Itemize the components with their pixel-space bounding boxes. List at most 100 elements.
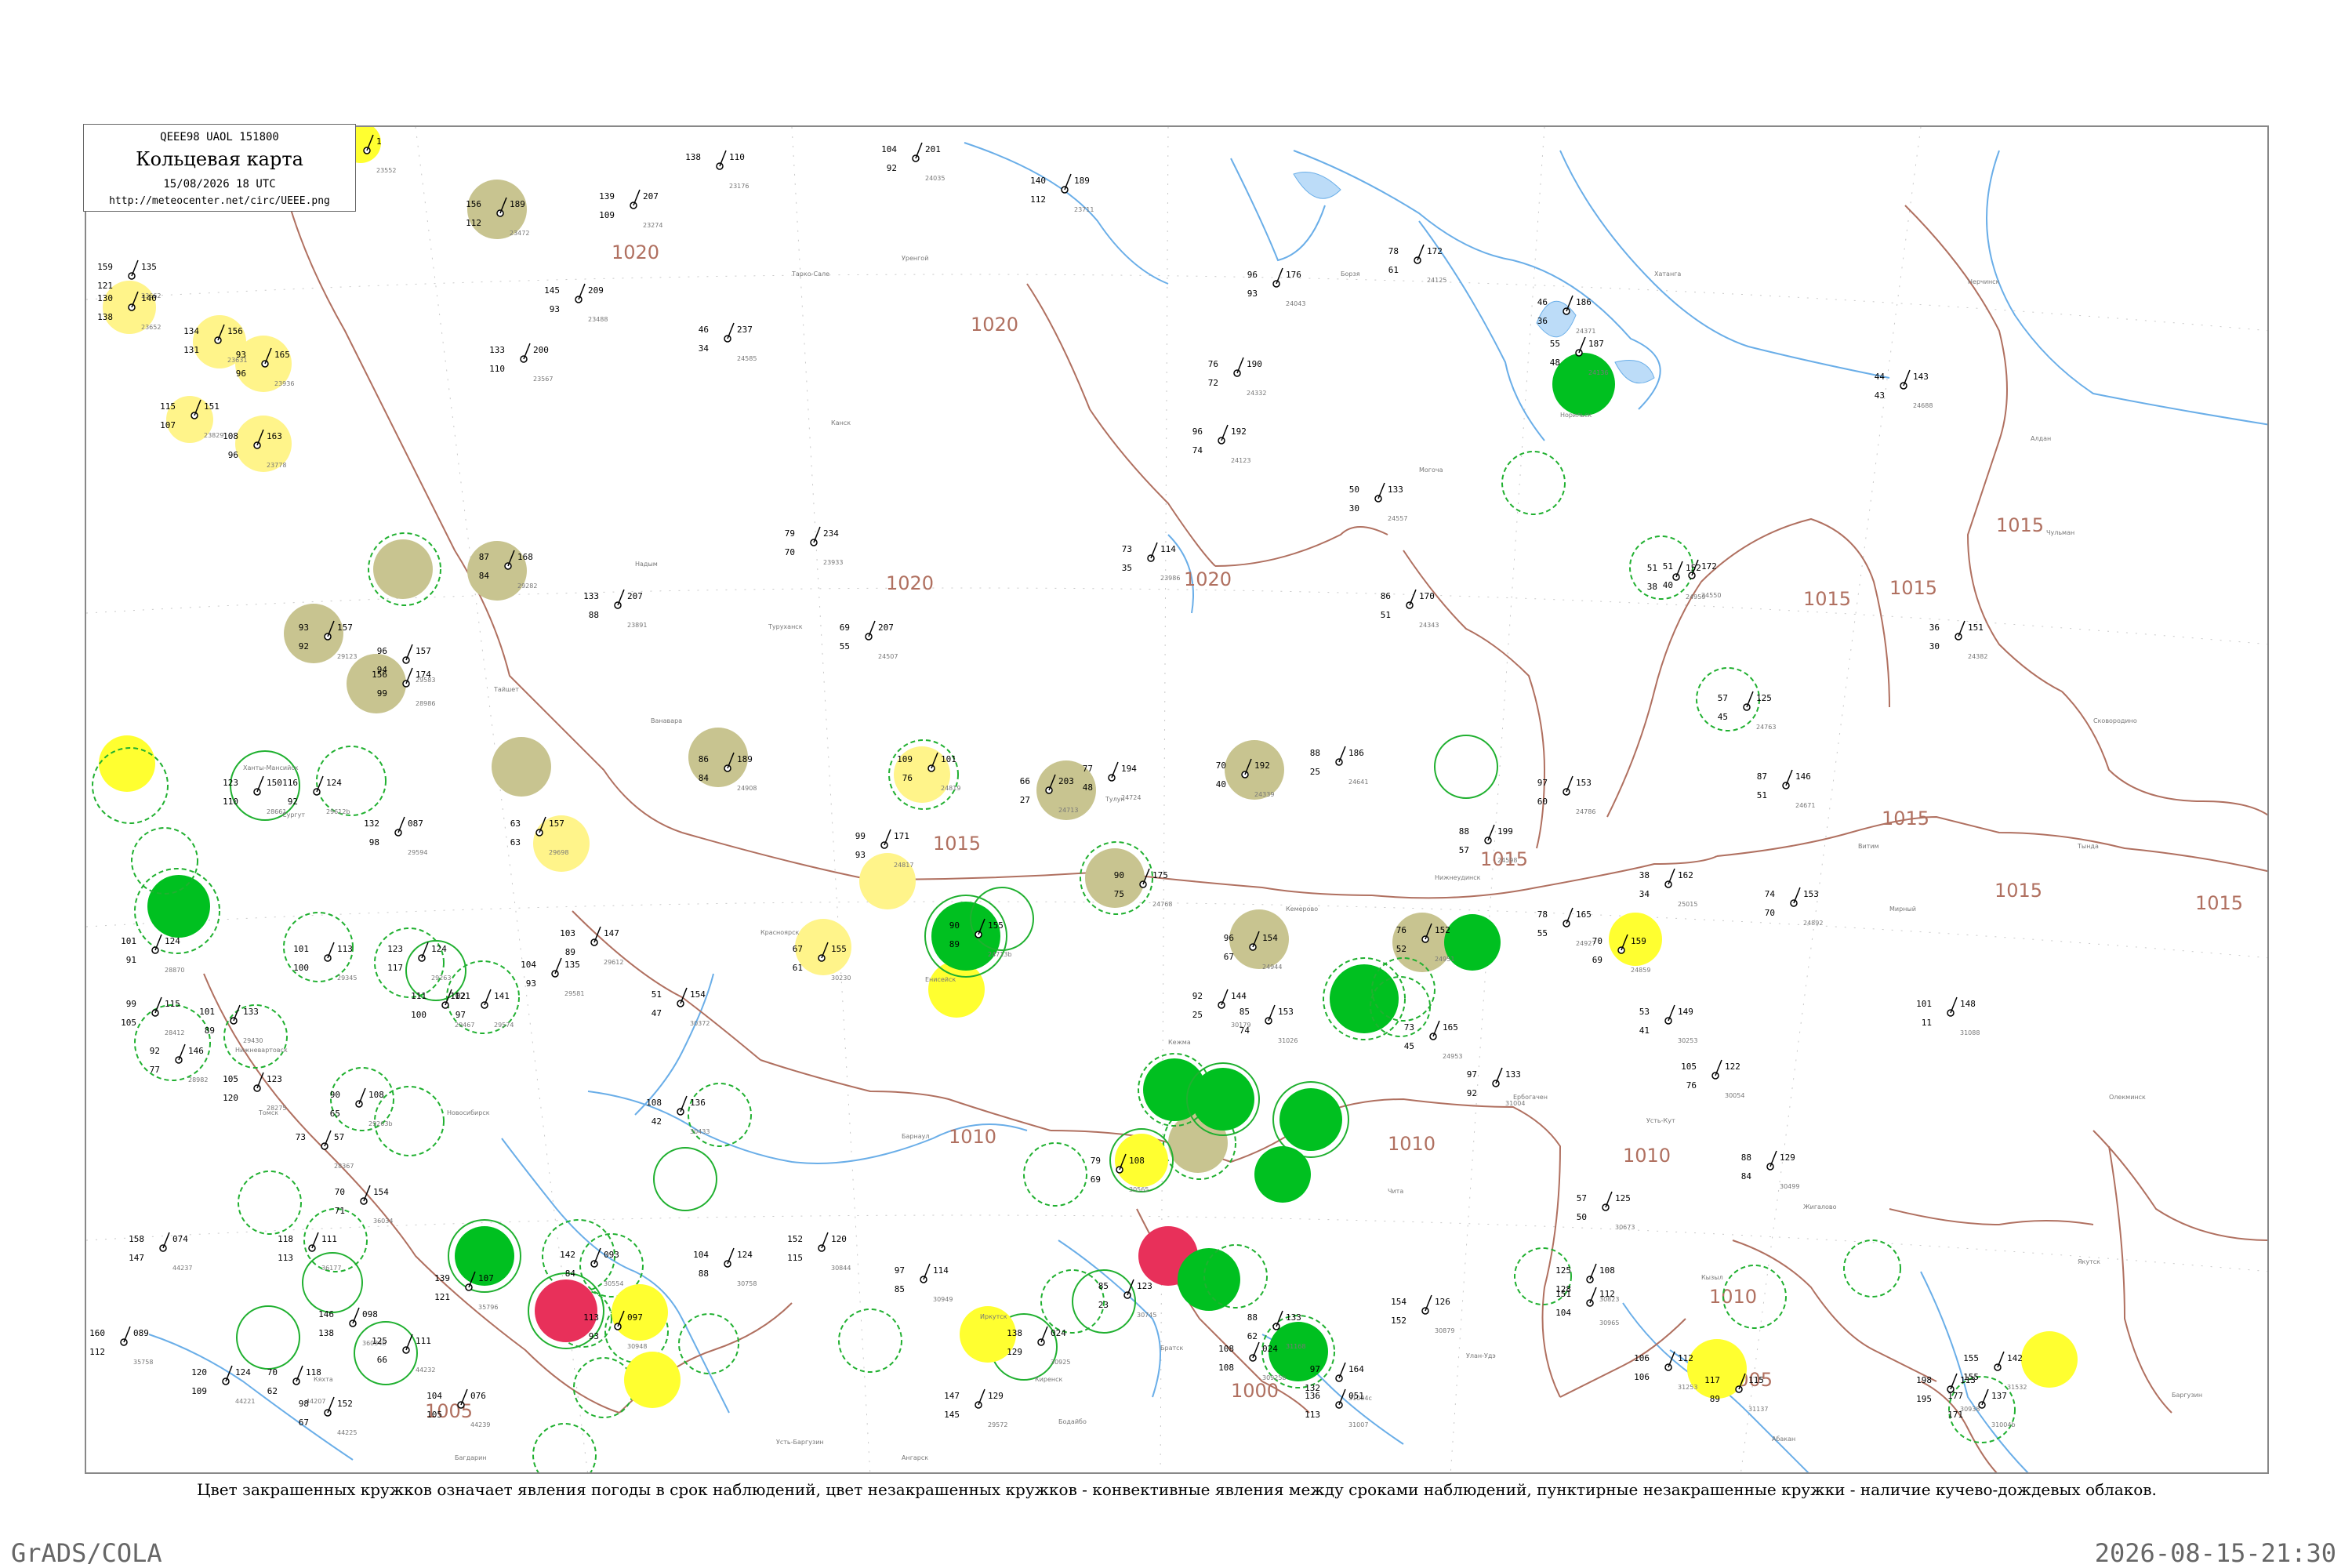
- station-plot[interactable]: 105 122 76 30054: [1681, 1059, 1744, 1099]
- station-plot[interactable]: 88 129 84 30499: [1741, 1150, 1800, 1190]
- station-pressure: 144: [1231, 991, 1247, 1001]
- station-plot[interactable]: 108 136 42 30433: [646, 1095, 710, 1135]
- station-plot[interactable]: 132 087 98 29594: [364, 816, 427, 856]
- station-plot[interactable]: 120 124 109 44221: [191, 1365, 255, 1405]
- station-index: 29345: [337, 975, 357, 982]
- station-dewpoint: 57: [1459, 845, 1469, 855]
- station-plot[interactable]: 138 110 23176: [685, 150, 749, 190]
- station-plot[interactable]: 69 207 55 24507: [840, 620, 898, 660]
- station-plot[interactable]: 86 170 51 24343: [1381, 589, 1439, 629]
- station-pressure: 147: [604, 928, 619, 938]
- lakes: [1293, 172, 1655, 384]
- station-plot[interactable]: 101 148 11 31088: [1916, 996, 1980, 1036]
- cumulonimbus-ring: [688, 1083, 752, 1147]
- station-plot[interactable]: 136 051 113 31007: [1305, 1388, 1368, 1428]
- wind-barb: [1409, 589, 1417, 606]
- station-plot[interactable]: 73 165 45 24953: [1404, 1020, 1463, 1060]
- station-plot[interactable]: 78 1655524927: [1537, 907, 1596, 947]
- station-plot[interactable]: 78 172 61 24125: [1388, 244, 1447, 284]
- station-plot[interactable]: 53 149 41 30253: [1639, 1004, 1698, 1044]
- station-plot[interactable]: 98 152 67 44225: [299, 1396, 358, 1436]
- station-temperature: 74: [1765, 889, 1776, 899]
- station-plot[interactable]: 96 192 74 24123: [1192, 424, 1251, 464]
- station-dewpoint: 93: [855, 850, 866, 860]
- station-plot[interactable]: 70 1186244207: [267, 1365, 326, 1405]
- station-dewpoint: 48: [1083, 782, 1093, 793]
- station-plot[interactable]: 133 200 110 23567: [489, 343, 553, 383]
- station-index: 24332: [1247, 390, 1266, 397]
- station-plot[interactable]: 118 111 113 36177: [278, 1232, 341, 1272]
- station-plot[interactable]: 177 13717131004b: [1947, 1388, 2016, 1428]
- wind-barb: [405, 1334, 413, 1351]
- map-url[interactable]: http://meteocenter.net/circ/UEEE.png: [84, 195, 355, 207]
- station-plot[interactable]: 152 120 115 30844: [787, 1232, 851, 1272]
- wind-barb: [1338, 1362, 1346, 1379]
- station-plot[interactable]: 140 189 112 23711: [1030, 173, 1094, 213]
- station-plot[interactable]: 105 12312028275: [223, 1072, 286, 1112]
- station-temperature: 73: [1404, 1022, 1414, 1033]
- station-pressure: 123: [1137, 1281, 1152, 1291]
- station-dewpoint: 131: [183, 345, 199, 355]
- cumulonimbus-ring: [532, 1423, 597, 1472]
- station-pressure: 146: [188, 1046, 204, 1056]
- station-dewpoint: 74: [1192, 445, 1203, 456]
- station-plot[interactable]: 50 133 30 24557: [1349, 482, 1408, 522]
- station-name: Баргузин: [2172, 1392, 2202, 1399]
- station-plot[interactable]: 139 207 109 23274: [599, 189, 662, 229]
- station-plot[interactable]: 151 112 104 30965: [1555, 1287, 1619, 1327]
- station-temperature: 36: [1929, 622, 1940, 633]
- station-plot[interactable]: 36 151 30 24382: [1929, 620, 1988, 660]
- station-plot[interactable]: 158 074 147 44237: [129, 1232, 192, 1272]
- station-plot[interactable]: 154 126 152 30879: [1391, 1294, 1454, 1334]
- station-plot[interactable]: 104 124 88 30758: [693, 1247, 757, 1287]
- station-plot[interactable]: 160 089 112 35758: [89, 1326, 153, 1366]
- station-plot[interactable]: 123 124 117 29263: [387, 942, 451, 982]
- station-plot[interactable]: 99 115 105 28412: [121, 996, 184, 1036]
- station-plot[interactable]: 147 129 145 29572: [944, 1388, 1007, 1428]
- station-plot[interactable]: 125 111 66 44232: [372, 1334, 435, 1374]
- station-plot[interactable]: 38 162 34 25015: [1639, 868, 1698, 908]
- station-plot[interactable]: 133 207 88 23891: [583, 589, 647, 629]
- station-name: Ангарск: [902, 1454, 928, 1461]
- station-plot[interactable]: 79 234 70 23933: [785, 526, 844, 566]
- station-dewpoint: 63: [510, 837, 521, 848]
- station-temperature: 69: [840, 622, 850, 633]
- station-plot[interactable]: 57 125 50 30673: [1577, 1191, 1635, 1231]
- station-plot[interactable]: 73 114 35 23986: [1122, 542, 1181, 582]
- station-plot[interactable]: 101 133 89 29430: [199, 1004, 263, 1044]
- station-plot[interactable]: 97 153 60 24786: [1537, 775, 1596, 815]
- station-plot[interactable]: 85 123 23 30745: [1098, 1279, 1157, 1319]
- station-plot[interactable]: 87 146 51 24671: [1757, 769, 1816, 809]
- station-plot[interactable]: 74 153 70 24892: [1765, 887, 1824, 927]
- cumulonimbus-ring: [374, 927, 445, 998]
- station-plot[interactable]: 101 113 100 29345: [293, 942, 357, 982]
- station-pressure: 189: [737, 754, 753, 764]
- station-pressure: 133: [1388, 485, 1403, 495]
- station-temperature: 104: [426, 1391, 442, 1401]
- station-plot[interactable]: 88 186 25 24641: [1310, 746, 1369, 786]
- station-plot[interactable]: 104 135 93 29581: [521, 957, 584, 997]
- map-frame: 1020 1020 1020 1020 1015 1015 1015 1015 1015 1015…: [85, 125, 2269, 1474]
- station-plot[interactable]: 44 143 43 24688: [1875, 369, 1933, 409]
- station-temperature: 51: [1663, 561, 1673, 572]
- station-plot[interactable]: 145 209 93 23488: [544, 283, 608, 323]
- station-plot[interactable]: 104 201 92 24035: [881, 142, 945, 182]
- station-plot[interactable]: 57 125 45 24763: [1718, 691, 1777, 731]
- station-plot[interactable]: 96 176 93 24043: [1247, 267, 1306, 307]
- station-plot[interactable]: 46 237 34 24585: [699, 322, 757, 362]
- station-temperature: 133: [489, 345, 505, 355]
- station-plot[interactable]: 76 190 72 24332: [1208, 357, 1267, 397]
- station-plot[interactable]: 116 124 92 29612b: [282, 775, 350, 815]
- station-plot[interactable]: 138 024 129 30925: [1007, 1326, 1070, 1366]
- station-index: 28412: [165, 1029, 184, 1036]
- station-dewpoint: 91: [126, 955, 136, 965]
- station-plot[interactable]: 97 114 85 30949: [895, 1263, 953, 1303]
- station-temperature: 38: [1639, 870, 1650, 880]
- station-plot[interactable]: 101 124 91 28870: [121, 934, 184, 974]
- station-pressure: 172: [1427, 246, 1443, 256]
- phenomenon-circle: [347, 654, 406, 713]
- station-plot[interactable]: 97 133 92 31004: [1467, 1067, 1526, 1107]
- station-plot[interactable]: 51 154 47 30372: [652, 987, 710, 1027]
- wind-barb: [978, 1388, 985, 1406]
- wind-barb: [813, 526, 821, 543]
